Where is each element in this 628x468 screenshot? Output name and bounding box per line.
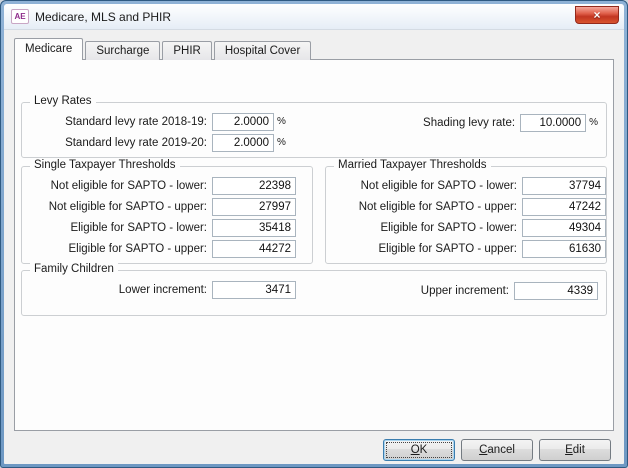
single-thresholds-title: Single Taxpayer Thresholds bbox=[30, 159, 180, 171]
close-button[interactable]: × bbox=[575, 6, 619, 24]
titlebar: AE Medicare, MLS and PHIR × bbox=[4, 4, 624, 30]
single-el-lower-label: Eligible for SAPTO - lower: bbox=[22, 222, 212, 234]
tab-phir[interactable]: PHIR bbox=[162, 41, 211, 60]
ok-button-label: OK bbox=[411, 444, 428, 456]
single-eligible-upper-input[interactable] bbox=[212, 240, 296, 258]
married-not-eligible-lower-input[interactable] bbox=[522, 177, 606, 195]
married-nl-upper-label: Not eligible for SAPTO - upper: bbox=[326, 201, 522, 213]
married-thresholds-group: Married Taxpayer Thresholds Not eligible… bbox=[325, 166, 607, 264]
edit-button[interactable]: Edit bbox=[539, 439, 611, 461]
shading-levy-input[interactable] bbox=[520, 114, 586, 132]
family-upper-row: Upper increment: bbox=[364, 280, 598, 301]
levy-row-2019-20: Standard levy rate 2019-20: % bbox=[22, 132, 606, 153]
married-eligible-lower-input[interactable] bbox=[522, 219, 606, 237]
single-not-eligible-upper-input[interactable] bbox=[212, 198, 296, 216]
married-el-lower-label: Eligible for SAPTO - lower: bbox=[326, 222, 522, 234]
levy-2019-20-input[interactable] bbox=[212, 134, 274, 152]
dialog-window: AE Medicare, MLS and PHIR × Medicare Sur… bbox=[4, 4, 624, 464]
single-thresholds-group: Single Taxpayer Thresholds Not eligible … bbox=[21, 166, 313, 264]
button-row: OK Cancel Edit bbox=[4, 431, 624, 464]
levy-2019-20-label: Standard levy rate 2019-20: bbox=[22, 137, 212, 149]
married-nl-lower-label: Not eligible for SAPTO - lower: bbox=[326, 180, 522, 192]
upper-increment-input[interactable] bbox=[514, 282, 598, 300]
married-el-upper-label: Eligible for SAPTO - upper: bbox=[326, 243, 522, 255]
upper-increment-label: Upper increment: bbox=[364, 285, 514, 297]
levy-rates-group: Levy Rates Standard levy rate 2018-19: %… bbox=[21, 102, 607, 158]
married-row-3: Eligible for SAPTO - lower: bbox=[326, 217, 606, 238]
married-row-1: Not eligible for SAPTO - lower: bbox=[326, 175, 606, 196]
tab-page-medicare: Levy Rates Standard levy rate 2018-19: %… bbox=[14, 59, 614, 431]
dialog-frame: AE Medicare, MLS and PHIR × Medicare Sur… bbox=[0, 0, 628, 468]
married-eligible-upper-input[interactable] bbox=[522, 240, 606, 258]
tabstrip: Medicare Surcharge PHIR Hospital Cover bbox=[4, 38, 624, 60]
single-nl-lower-label: Not eligible for SAPTO - lower: bbox=[22, 180, 212, 192]
tab-medicare[interactable]: Medicare bbox=[14, 38, 83, 60]
cancel-button[interactable]: Cancel bbox=[461, 439, 533, 461]
family-children-title: Family Children bbox=[30, 263, 118, 275]
married-row-4: Eligible for SAPTO - upper: bbox=[326, 238, 606, 259]
single-row-4: Eligible for SAPTO - upper: bbox=[22, 238, 312, 259]
levy-rates-title: Levy Rates bbox=[30, 95, 96, 107]
single-el-upper-label: Eligible for SAPTO - upper: bbox=[22, 243, 212, 255]
ok-button[interactable]: OK bbox=[383, 439, 455, 461]
family-children-group: Family Children Lower increment: Upper i… bbox=[21, 270, 607, 316]
shading-levy-row: Shading levy rate: % bbox=[390, 112, 598, 133]
percent-sign: % bbox=[277, 137, 286, 148]
cancel-button-label: Cancel bbox=[479, 444, 515, 456]
levy-2018-19-label: Standard levy rate 2018-19: bbox=[22, 116, 212, 128]
married-not-eligible-upper-input[interactable] bbox=[522, 198, 606, 216]
lower-increment-input[interactable] bbox=[212, 281, 296, 299]
single-row-1: Not eligible for SAPTO - lower: bbox=[22, 175, 312, 196]
tab-hospital-cover[interactable]: Hospital Cover bbox=[214, 41, 311, 60]
tab-surcharge[interactable]: Surcharge bbox=[85, 41, 160, 60]
percent-sign: % bbox=[589, 117, 598, 128]
single-nl-upper-label: Not eligible for SAPTO - upper: bbox=[22, 201, 212, 213]
window-title: Medicare, MLS and PHIR bbox=[35, 10, 171, 24]
percent-sign: % bbox=[277, 116, 286, 127]
edit-button-label: Edit bbox=[565, 444, 585, 456]
single-row-2: Not eligible for SAPTO - upper: bbox=[22, 196, 312, 217]
single-row-3: Eligible for SAPTO - lower: bbox=[22, 217, 312, 238]
levy-2018-19-input[interactable] bbox=[212, 113, 274, 131]
single-eligible-lower-input[interactable] bbox=[212, 219, 296, 237]
close-icon: × bbox=[593, 8, 600, 22]
married-row-2: Not eligible for SAPTO - upper: bbox=[326, 196, 606, 217]
married-thresholds-title: Married Taxpayer Thresholds bbox=[334, 159, 491, 171]
lower-increment-label: Lower increment: bbox=[22, 284, 212, 296]
app-icon: AE bbox=[11, 9, 29, 24]
single-not-eligible-lower-input[interactable] bbox=[212, 177, 296, 195]
shading-levy-label: Shading levy rate: bbox=[390, 117, 520, 129]
